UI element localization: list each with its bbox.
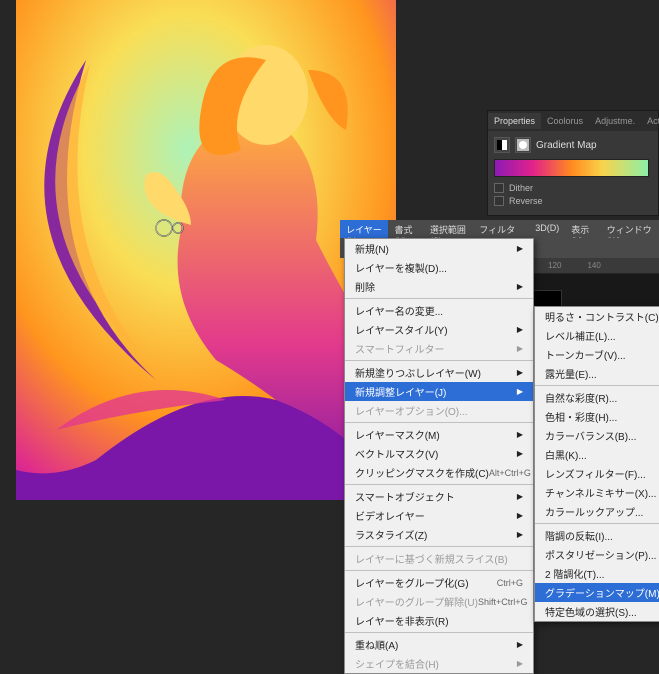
menu-item[interactable]: レイヤーを非表示(R)	[345, 611, 533, 630]
menu-item[interactable]: 重ね順(A)▶	[345, 635, 533, 654]
submenu-item[interactable]: 自然な彩度(R)...	[535, 388, 659, 407]
menu-item[interactable]: ベクトルマスク(V)▶	[345, 444, 533, 463]
dither-checkbox[interactable]	[494, 183, 504, 193]
menu-item[interactable]: クリッピングマスクを作成(C)Alt+Ctrl+G	[345, 463, 533, 482]
menu-item[interactable]: レイヤーマスク(M)▶	[345, 425, 533, 444]
ruler-tick: 120	[548, 261, 561, 270]
submenu-item[interactable]: トーンカーブ(V)...	[535, 345, 659, 364]
menu-item[interactable]: レイヤーを複製(D)...	[345, 258, 533, 277]
menu-item[interactable]: 新規(N)▶	[345, 239, 533, 258]
mask-icon	[515, 137, 531, 153]
tab-properties[interactable]: Properties	[488, 113, 541, 129]
submenu-item[interactable]: ポスタリゼーション(P)...	[535, 545, 659, 564]
submenu-item[interactable]: 2 階調化(T)...	[535, 564, 659, 583]
submenu-item[interactable]: グラデーションマップ(M)...	[535, 583, 659, 602]
submenu-item[interactable]: 白黒(K)...	[535, 445, 659, 464]
submenu-item[interactable]: カラーバランス(B)...	[535, 426, 659, 445]
menu-item[interactable]: ラスタライズ(Z)▶	[345, 525, 533, 544]
submenu-item[interactable]: チャンネルミキサー(X)...	[535, 483, 659, 502]
app-menubar: レイヤー(L) 書式(Y) 選択範囲(S) フィルター(T) 3D(D) 表示(…	[340, 220, 659, 238]
menu-filter[interactable]: フィルター(T)	[473, 220, 529, 238]
properties-panel: Properties Coolorus Adjustme. Actions Gr…	[487, 110, 659, 216]
menu-item[interactable]: レイヤー名の変更...	[345, 301, 533, 320]
submenu-item[interactable]: カラールックアップ...	[535, 502, 659, 521]
menu-item[interactable]: レイヤーをグループ化(G)Ctrl+G	[345, 573, 533, 592]
layer-dropdown-menu: 新規(N)▶レイヤーを複製(D)...削除▶ レイヤー名の変更...レイヤースタイ…	[344, 238, 534, 674]
tab-actions[interactable]: Actions	[641, 113, 659, 129]
submenu-item[interactable]: レベル補正(L)...	[535, 326, 659, 345]
menu-select[interactable]: 選択範囲(S)	[424, 220, 473, 238]
panel-tabs: Properties Coolorus Adjustme. Actions	[488, 111, 658, 131]
canvas-artwork[interactable]	[16, 0, 396, 500]
menu-item[interactable]: 新規塗りつぶしレイヤー(W)▶	[345, 363, 533, 382]
dither-label: Dither	[509, 183, 533, 193]
menu-item: シェイプを結合(H)▶	[345, 654, 533, 673]
artwork-svg	[16, 0, 396, 500]
menu-view[interactable]: 表示(V)	[565, 220, 600, 238]
submenu-item[interactable]: 特定色域の選択(S)...	[535, 602, 659, 621]
tab-adjustments[interactable]: Adjustme.	[589, 113, 641, 129]
panel-title: Gradient Map	[536, 140, 597, 151]
menu-item: スマートフィルター▶	[345, 339, 533, 358]
tab-coolorus[interactable]: Coolorus	[541, 113, 589, 129]
menu-item[interactable]: レイヤースタイル(Y)▶	[345, 320, 533, 339]
reverse-label: Reverse	[509, 196, 543, 206]
menu-item: レイヤーのグループ解除(U)Shift+Ctrl+G	[345, 592, 533, 611]
menu-layer[interactable]: レイヤー(L)	[340, 220, 388, 238]
submenu-item[interactable]: 明るさ・コントラスト(C)...	[535, 307, 659, 326]
adjustment-icon	[494, 137, 510, 153]
submenu-item[interactable]: 露光量(E)...	[535, 364, 659, 383]
ruler-tick: 140	[587, 261, 600, 270]
submenu-item[interactable]: 階調の反転(I)...	[535, 526, 659, 545]
submenu-item[interactable]: レンズフィルター(F)...	[535, 464, 659, 483]
menu-item[interactable]: ビデオレイヤー▶	[345, 506, 533, 525]
reverse-checkbox[interactable]	[494, 196, 504, 206]
menu-item[interactable]: 新規調整レイヤー(J)▶	[345, 382, 533, 401]
menu-item[interactable]: スマートオブジェクト▶	[345, 487, 533, 506]
menu-3d[interactable]: 3D(D)	[529, 220, 565, 238]
menu-item: レイヤーオプション(O)...	[345, 401, 533, 420]
menu-item[interactable]: 削除▶	[345, 277, 533, 296]
submenu-item[interactable]: 色相・彩度(H)...	[535, 407, 659, 426]
menu-window[interactable]: ウィンドウ(W)	[601, 220, 659, 238]
new-adjustment-layer-submenu: 明るさ・コントラスト(C)...レベル補正(L)...トーンカーブ(V)...露…	[534, 306, 659, 622]
gradient-preview[interactable]	[494, 159, 649, 177]
menu-type[interactable]: 書式(Y)	[388, 220, 423, 238]
menu-item: レイヤーに基づく新規スライス(B)	[345, 549, 533, 568]
